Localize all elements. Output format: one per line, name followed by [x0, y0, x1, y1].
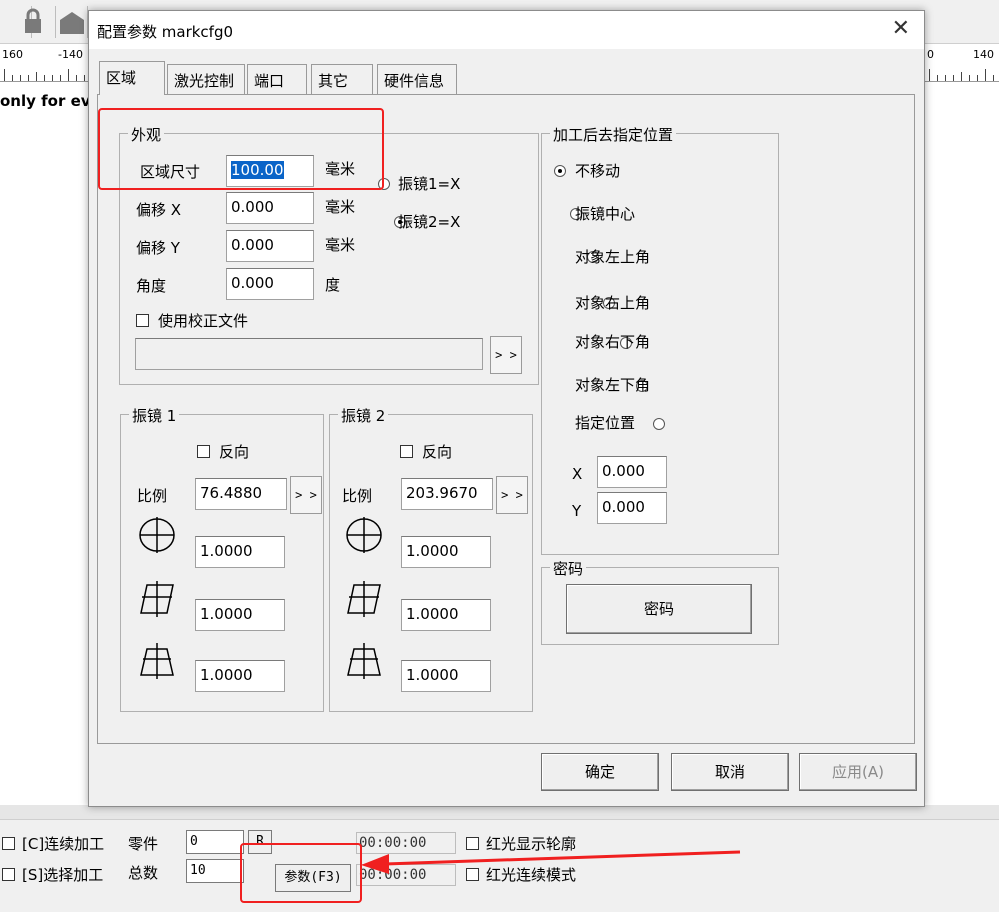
apply-button[interactable]: 应用(A) [799, 753, 917, 791]
total-input[interactable]: 10 [186, 859, 244, 883]
pos-x-label: X [572, 465, 583, 483]
object-top-right-label: 对象右上角 [575, 294, 651, 312]
highlight-params-button [240, 843, 362, 903]
dialog-title: 配置参数 markcfg0 [97, 23, 234, 41]
galvo2-scale-input[interactable]: 203.9670 [401, 478, 493, 510]
lock-icon [25, 8, 41, 33]
galvo2-x-label: 振镜2=X [398, 213, 461, 231]
tab-hardware-info[interactable]: 硬件信息 [377, 64, 457, 94]
galvo2-trapezoid-input[interactable]: 1.0000 [401, 660, 491, 692]
ruler-label: 0 [927, 48, 934, 61]
galvo1-scale-input[interactable]: 76.4880 [195, 478, 287, 510]
highlight-area-size [98, 108, 384, 190]
parts-input[interactable]: 0 [186, 830, 244, 854]
circle-distortion-icon [139, 517, 175, 553]
specified-position-radio[interactable] [652, 418, 665, 430]
shape-icon [60, 12, 84, 34]
offset-x-label: 偏移 X [136, 201, 182, 219]
no-move-label: 不移动 [575, 162, 621, 180]
after-process-group: 加工后去指定位置 不移动 振镜中心 对象左上角 对象右上角 对象右下角 对象左下… [541, 124, 779, 555]
galvo-center-label: 振镜中心 [575, 205, 636, 223]
tab-area[interactable]: 区域 [99, 61, 165, 95]
pos-x-input[interactable]: 0.000 [597, 456, 667, 488]
cancel-button[interactable]: 取消 [671, 753, 789, 791]
offset-x-input[interactable]: 0.000 [226, 192, 314, 224]
browse-correction-button[interactable]: > > [490, 336, 522, 374]
galvo1-reverse-label: 反向 [219, 443, 250, 461]
tab-other[interactable]: 其它 [311, 64, 373, 94]
galvo1-scale-button[interactable]: > > [290, 476, 322, 514]
offset-y-input[interactable]: 0.000 [226, 230, 314, 262]
offset-y-label: 偏移 Y [136, 239, 180, 257]
unit-label: 毫米 [325, 236, 356, 254]
lock-icon-button[interactable] [16, 6, 56, 38]
parallelogram-icon [347, 581, 381, 617]
after-process-legend: 加工后去指定位置 [550, 124, 677, 145]
galvo2-distortion-input[interactable]: 1.0000 [401, 536, 491, 568]
parts-label: 零件 [128, 835, 159, 853]
galvo2-scale-label: 比例 [342, 487, 373, 505]
ok-button[interactable]: 确定 [541, 753, 659, 791]
continuous-checkbox[interactable] [2, 837, 15, 850]
galvo2-scale-button[interactable]: > > [496, 476, 528, 514]
no-move-radio[interactable] [554, 165, 566, 177]
ruler-label: 160 [2, 48, 23, 61]
close-icon[interactable]: ✕ [892, 17, 910, 41]
ruler-right: 0 140 [925, 44, 999, 82]
galvo1-parallelogram-input[interactable]: 1.0000 [195, 599, 285, 631]
ruler-left: 160 -140 [0, 44, 88, 82]
unit-label: 度 [325, 276, 341, 294]
password-button[interactable]: 密码 [566, 584, 752, 634]
correction-file-path[interactable] [135, 338, 483, 370]
galvo2-reverse-checkbox[interactable] [400, 445, 413, 458]
galvo1-group: 振镜 1 反向 比例 76.4880 > > 1.0000 1.0000 1.0… [120, 405, 324, 712]
trapezoid-icon [347, 643, 381, 679]
galvo2-group: 振镜 2 反向 比例 203.9670 > > 1.0000 1.0000 1.… [329, 405, 533, 712]
ruler-label: -140 [58, 48, 83, 61]
galvo1-scale-label: 比例 [137, 487, 168, 505]
password-group: 密码 密码 [541, 558, 779, 645]
ruler-label: 140 [973, 48, 994, 61]
area-tab-panel: 外观 区域尺寸 100.00 毫米 偏移 X 0.000 毫米 偏移 Y 0.0… [97, 94, 915, 744]
parallelogram-icon [140, 581, 174, 617]
use-correction-checkbox[interactable] [136, 314, 149, 327]
tab-laser-control[interactable]: 激光控制 [167, 64, 245, 94]
tab-port[interactable]: 端口 [247, 64, 307, 94]
select-process-checkbox[interactable] [2, 868, 15, 881]
galvo2-parallelogram-input[interactable]: 1.0000 [401, 599, 491, 631]
canvas-text: only for ev [0, 92, 91, 110]
password-legend: 密码 [550, 558, 587, 579]
galvo1-x-label: 振镜1=X [398, 175, 461, 193]
dialog-titlebar[interactable]: 配置参数 markcfg0 ✕ [89, 11, 924, 49]
galvo2-legend: 振镜 2 [338, 405, 389, 426]
galvo1-distortion-input[interactable]: 1.0000 [195, 536, 285, 568]
continuous-label: [C]连续加工 [22, 835, 105, 853]
circle-distortion-icon [346, 517, 382, 553]
annotation-arrow-icon [361, 850, 741, 874]
galvo1-legend: 振镜 1 [129, 405, 180, 426]
pos-y-label: Y [572, 502, 582, 520]
total-label: 总数 [128, 864, 159, 882]
pos-y-input[interactable]: 0.000 [597, 492, 667, 524]
object-top-left-label: 对象左上角 [575, 248, 651, 266]
trapezoid-icon [140, 643, 174, 679]
select-process-label: [S]选择加工 [22, 866, 104, 884]
galvo2-reverse-label: 反向 [422, 443, 453, 461]
angle-input[interactable]: 0.000 [226, 268, 314, 300]
home-icon-button[interactable] [56, 6, 88, 38]
galvo1-reverse-checkbox[interactable] [197, 445, 210, 458]
galvo1-trapezoid-input[interactable]: 1.0000 [195, 660, 285, 692]
canvas-scroll-area [0, 805, 999, 819]
angle-label: 角度 [136, 277, 167, 295]
use-correction-label: 使用校正文件 [158, 312, 249, 330]
specified-position-label: 指定位置 [575, 414, 636, 432]
object-bottom-right-label: 对象右下角 [575, 333, 651, 351]
unit-label: 毫米 [325, 198, 356, 216]
object-bottom-left-label: 对象左下角 [575, 376, 651, 394]
